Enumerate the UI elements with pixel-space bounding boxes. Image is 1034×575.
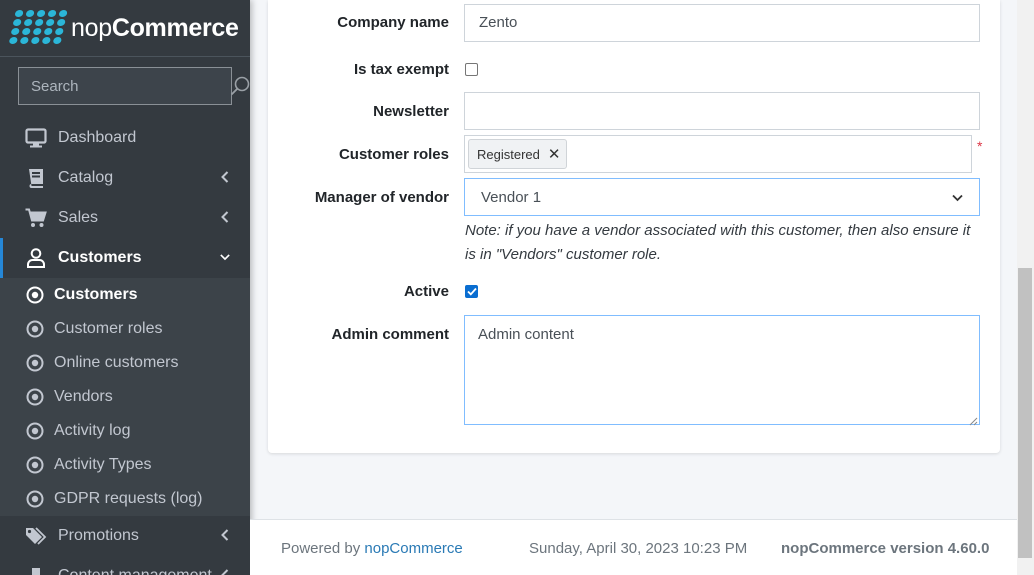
selected-vendor-value: Vendor 1: [481, 188, 542, 206]
manager-of-vendor-select[interactable]: Vendor 1: [464, 178, 980, 216]
chevron-left-icon: [220, 568, 230, 575]
dot-circle-icon: [25, 455, 45, 475]
dot-circle-icon: [25, 489, 45, 509]
submenu-item-activity-log[interactable]: Activity log: [0, 414, 250, 448]
search-icon[interactable]: [230, 68, 250, 104]
submenu-item-label: Vendors: [54, 388, 113, 405]
search-box: [18, 67, 250, 105]
resize-handle-icon[interactable]: [968, 413, 978, 426]
sidebar-item-label: Catalog: [58, 169, 114, 186]
tax-exempt-label: Is tax exempt: [353, 61, 449, 78]
remove-tag-icon[interactable]: ✕: [548, 145, 561, 163]
brand-logo-link[interactable]: nopCommerce: [0, 0, 250, 57]
footer-version: nopCommerce version 4.60.0: [781, 540, 990, 557]
sidebar-item-catalog[interactable]: Catalog: [0, 158, 250, 198]
submenu-item-label: Online customers: [54, 354, 179, 371]
customer-roles-label: Customer roles: [338, 146, 449, 163]
scrollbar-thumb[interactable]: [1018, 268, 1032, 558]
submenu-item-customer-roles[interactable]: Customer roles: [0, 312, 250, 346]
sidebar-item-dashboard[interactable]: Dashboard: [0, 118, 250, 158]
admin-comment-label: Admin comment: [331, 326, 449, 343]
checkmark-icon: [466, 287, 477, 296]
company-name-input[interactable]: Zento: [464, 4, 980, 42]
chevron-down-icon: [952, 189, 963, 206]
sidebar: nopCommerce Dashboard Catalog Sales: [0, 0, 250, 575]
chevron-down-icon: [220, 250, 230, 264]
sidebar-nav: Dashboard Catalog Sales Customers Custom…: [0, 118, 250, 575]
cubes-icon: [25, 565, 47, 575]
role-tag-registered: Registered ✕: [468, 139, 568, 169]
admin-comment-textarea[interactable]: Admin content: [464, 315, 980, 426]
submenu-item-label: Customer roles: [54, 320, 163, 337]
sidebar-item-label: Content management: [58, 567, 212, 575]
user-icon: [25, 247, 47, 269]
dot-circle-icon: [25, 353, 45, 373]
sidebar-item-customers[interactable]: Customers: [0, 238, 250, 278]
customer-roles-multiselect[interactable]: Registered ✕: [464, 135, 972, 173]
book-icon: [25, 167, 47, 189]
chevron-left-icon: [220, 210, 230, 224]
nopcommerce-link[interactable]: nopCommerce: [364, 540, 462, 557]
tax-exempt-checkbox[interactable]: [465, 63, 478, 76]
active-label: Active: [403, 283, 449, 300]
footer-datetime: Sunday, April 30, 2023 10:23 PM: [529, 540, 748, 557]
customer-info-card: Company name Zento Is tax exempt Newslet…: [268, 0, 1000, 453]
submenu-item-online-customers[interactable]: Online customers: [0, 346, 250, 380]
manager-of-vendor-label: Manager of vendor: [314, 189, 449, 206]
role-tag-label: Registered: [477, 146, 540, 162]
shopping-cart-icon: [25, 207, 47, 229]
submenu-item-vendors[interactable]: Vendors: [0, 380, 250, 414]
chevron-left-icon: [220, 170, 230, 184]
submenu-item-activity-types[interactable]: Activity Types: [0, 448, 250, 482]
dot-circle-icon: [25, 421, 45, 441]
vendor-note: Note: if you have a vendor associated wi…: [465, 222, 971, 263]
page-scrollbar[interactable]: [1017, 0, 1034, 575]
chevron-left-icon: [220, 528, 230, 542]
customers-submenu: Customers Customer roles Online customer…: [0, 278, 250, 516]
submenu-item-gdpr-requests[interactable]: GDPR requests (log): [0, 482, 250, 516]
newsletter-label: Newsletter: [373, 103, 449, 120]
sidebar-item-label: Dashboard: [58, 129, 137, 146]
dot-circle-icon: [25, 285, 45, 305]
powered-by: Powered by nopCommerce: [281, 540, 463, 557]
search-input[interactable]: [19, 77, 230, 95]
required-indicator: *: [977, 138, 983, 154]
submenu-item-customers[interactable]: Customers: [0, 278, 250, 312]
submenu-item-label: Activity Types: [54, 456, 152, 473]
brand-name: nopCommerce: [71, 13, 239, 42]
admin-comment-value: Admin content: [478, 326, 574, 343]
nopcommerce-logo-icon: [8, 10, 68, 46]
active-checkbox[interactable]: [465, 285, 478, 298]
sidebar-item-label: Sales: [58, 209, 99, 226]
submenu-item-label: Customers: [54, 286, 138, 303]
tags-icon: [25, 525, 47, 547]
sidebar-item-sales[interactable]: Sales: [0, 198, 250, 238]
company-name-label: Company name: [337, 14, 449, 31]
page-footer: Powered by nopCommerce Sunday, April 30,…: [250, 519, 1034, 575]
newsletter-input[interactable]: [464, 92, 980, 130]
dot-circle-icon: [25, 319, 45, 339]
sidebar-item-content-management[interactable]: Content management: [0, 556, 250, 575]
submenu-item-label: Activity log: [54, 422, 131, 439]
dot-circle-icon: [25, 387, 45, 407]
monitor-icon: [25, 127, 47, 149]
sidebar-item-label: Promotions: [58, 527, 139, 544]
sidebar-item-promotions[interactable]: Promotions: [0, 516, 250, 556]
submenu-item-label: GDPR requests (log): [54, 490, 203, 507]
sidebar-item-label: Customers: [58, 249, 142, 266]
